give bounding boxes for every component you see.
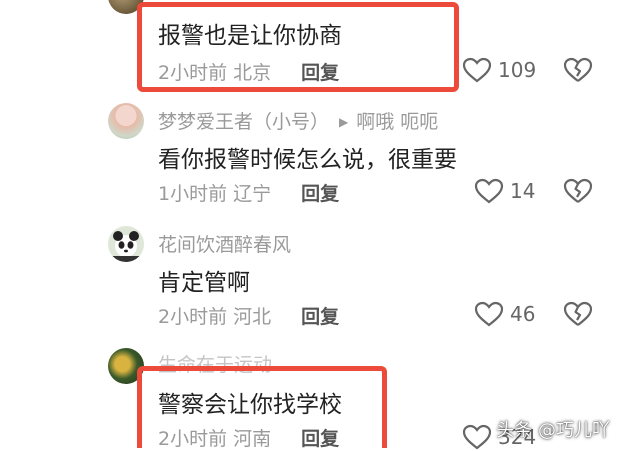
reply-button[interactable]: 回复 [301, 62, 339, 84]
reply-button[interactable]: 回复 [301, 306, 339, 328]
comment-location: 河南 [233, 428, 272, 450]
broken-heart-icon [563, 57, 593, 82]
comment-text: 肯定管啊 [158, 270, 250, 296]
comment-time: 2小时前 [158, 62, 228, 84]
play-triangle-icon: ▶ [339, 115, 349, 129]
comment-username: 梦梦爱王者（小号） ▶ 啊哦 呃呃 [158, 107, 438, 134]
broken-heart-icon [563, 178, 593, 203]
avatar[interactable] [108, 0, 144, 14]
comment-location: 辽宁 [233, 183, 272, 205]
like-button[interactable]: 109 [462, 57, 536, 83]
heart-outline-icon [474, 301, 504, 327]
comment-meta: 2小时前 北京 回复 [158, 58, 339, 85]
dislike-button[interactable] [563, 57, 593, 87]
broken-heart-icon [563, 301, 593, 326]
username-text[interactable]: 生命在于运动 [158, 354, 272, 376]
heart-outline-icon [462, 57, 492, 83]
watermark: 头条 @巧儿吖 [496, 420, 610, 441]
dislike-button[interactable] [563, 178, 593, 208]
like-button[interactable]: 14 [474, 178, 535, 204]
comment-meta: 2小时前 河北 回复 [158, 302, 339, 329]
username-text[interactable]: 花间饮酒醉春风 [158, 234, 291, 256]
comment-time: 2小时前 [158, 306, 228, 328]
reply-to-username[interactable]: 啊哦 呃呃 [356, 111, 438, 133]
like-count: 46 [510, 302, 536, 326]
avatar[interactable] [108, 103, 144, 139]
like-count: 14 [510, 179, 536, 203]
heart-outline-icon [474, 178, 504, 204]
comment-time: 1小时前 [158, 183, 228, 205]
comment-time: 2小时前 [158, 428, 228, 450]
username-text[interactable]: 梦梦爱王者（小号） [158, 111, 329, 133]
comment-meta: 1小时前 辽宁 回复 [158, 179, 339, 206]
like-button[interactable]: 46 [474, 301, 535, 327]
panda-avatar-icon [108, 226, 144, 262]
comment-text: 警察会让你找学校 [158, 392, 342, 418]
heart-outline-icon [462, 424, 492, 450]
reply-button[interactable]: 回复 [301, 183, 339, 205]
comment-username: 生命在于运动 [158, 350, 272, 377]
comment-text: 报警也是让你协商 [158, 23, 342, 49]
dislike-button[interactable] [563, 301, 593, 331]
comment-meta: 2小时前 河南 回复 [158, 424, 339, 451]
comment-location: 河北 [233, 306, 272, 328]
comment-location: 北京 [233, 62, 272, 84]
like-count: 109 [498, 58, 537, 82]
avatar[interactable] [108, 348, 144, 384]
reply-button[interactable]: 回复 [301, 428, 339, 450]
comment-text: 看你报警时候怎么说，很重要 [158, 147, 457, 173]
comment-username: 花间饮酒醉春风 [158, 230, 291, 257]
avatar[interactable] [108, 226, 144, 262]
